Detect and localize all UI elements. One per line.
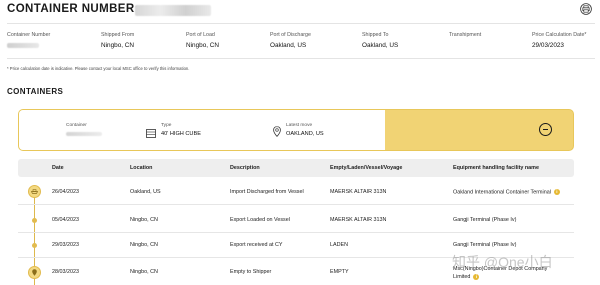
container-card-details: Container Type 40' HIGH CUBE Latest move… — [19, 110, 385, 150]
summary-transhipment: Transhipment — [449, 32, 482, 38]
move-empty-laden-vessel-voyage: EMPTY — [330, 269, 349, 275]
watermark: 知乎 @One小白 — [452, 254, 553, 270]
move-empty-laden-vessel-voyage: LADEN — [330, 242, 348, 248]
move-row: 26/04/2023 Oakland, US Import Discharged… — [18, 179, 574, 205]
move-location: Ningbo, CN — [130, 217, 158, 223]
move-empty-laden-vessel-voyage: MAERSK ALTAIR 313N — [330, 217, 387, 223]
move-empty-laden-vessel-voyage: MAERSK ALTAIR 313N — [330, 189, 387, 195]
page-header: CONTAINER NUMBER: — [7, 2, 595, 24]
summary-divider — [7, 58, 595, 59]
move-facility: Gangji Terminal (Phase Iv) — [453, 217, 517, 223]
move-facility: Gangji Terminal (Phase Iv) — [453, 242, 517, 248]
move-row: 05/04/2023 Ningbo, CN Export Loaded on V… — [18, 207, 574, 233]
column-date: Date — [52, 165, 64, 171]
container-number-value-redacted — [7, 43, 39, 48]
summary-port-of-load: Port of Load Ningbo, CN — [186, 32, 220, 49]
summary-shipped-from: Shipped From Ningbo, CN — [101, 32, 135, 49]
move-date: 26/04/2023 — [52, 189, 79, 195]
move-facility-cell: Oakland International Container Terminal… — [453, 189, 560, 195]
move-date: 05/04/2023 — [52, 217, 79, 223]
move-location: Ningbo, CN — [130, 269, 158, 275]
row-divider — [18, 204, 574, 205]
column-location: Location — [130, 165, 153, 171]
move-date: 28/03/2023 — [52, 269, 79, 275]
card-container-field: Container — [66, 123, 102, 136]
containers-section-title: CONTAINERS — [7, 87, 64, 96]
info-icon[interactable]: i — [553, 189, 560, 195]
move-description: Empty to Shipper — [230, 269, 272, 275]
shipment-summary: Container Number Shipped From Ningbo, CN… — [7, 32, 597, 54]
card-type-field: Type 40' HIGH CUBE — [161, 123, 201, 137]
summary-price-calculation-date: Price Calculation Date* 29/03/2023 — [532, 32, 587, 49]
column-empty-laden-vessel-voyage: Empty/Laden/Vessel/Voyage — [330, 165, 403, 171]
location-pin-icon — [273, 124, 281, 142]
summary-container-number: Container Number — [7, 32, 50, 48]
print-icon[interactable] — [580, 2, 592, 15]
move-location: Ningbo, CN — [130, 242, 158, 248]
summary-shipped-to: Shipped To Oakland, US — [362, 32, 399, 49]
move-description: Export Loaded on Vessel — [230, 217, 290, 223]
move-date: 29/03/2023 — [52, 242, 79, 248]
move-description: Export received at CY — [230, 242, 283, 248]
column-description: Description — [230, 165, 260, 171]
container-card[interactable]: Container Type 40' HIGH CUBE Latest move… — [18, 109, 574, 151]
summary-port-of-discharge: Port of Discharge Oakland, US — [270, 32, 311, 49]
column-facility-name: Equipment handling facility name — [453, 165, 539, 171]
moves-table-header: Date Location Description Empty/Laden/Ve… — [18, 159, 574, 177]
card-container-value-redacted — [66, 132, 102, 136]
move-description: Import Discharged from Vessel — [230, 189, 304, 195]
info-icon[interactable]: i — [473, 273, 480, 280]
container-type-icon — [146, 125, 156, 143]
move-facility: Oakland International Container Terminal — [453, 189, 551, 196]
page-title: CONTAINER NUMBER: — [7, 3, 139, 15]
collapse-container-button[interactable] — [539, 123, 552, 136]
card-latest-move-field: Latest move OAKLAND, US — [286, 123, 324, 137]
header-divider — [7, 23, 595, 24]
move-location: Oakland, US — [130, 189, 161, 195]
price-disclaimer: * Price calculation date is indicative. … — [7, 66, 190, 71]
container-number-redacted — [135, 5, 211, 16]
